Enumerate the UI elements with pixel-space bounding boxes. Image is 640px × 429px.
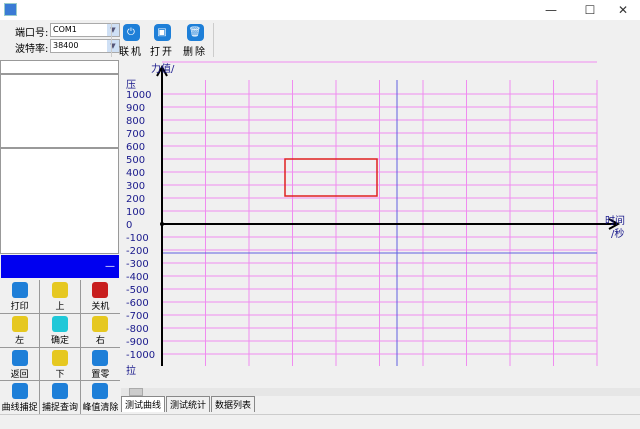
key-print[interactable]: 打印 [0, 280, 40, 313]
port-value: COM1 [53, 25, 77, 34]
y-tick-label: 400 [126, 168, 146, 179]
y-tick-label: -100 [126, 233, 149, 244]
chart-area: 力值/ 压 拉 时间 /秒 1000 900 800 700 600 500 400 300 2… [121, 60, 640, 388]
y-tick-label: 1000 [126, 90, 152, 101]
y-tick-label: 0 [126, 220, 133, 231]
app-icon [4, 3, 17, 16]
baud-select[interactable]: 38400 ▼ [50, 39, 120, 53]
ok-icon [51, 315, 68, 332]
key-label: 置零 [91, 369, 110, 380]
clear-icon [92, 383, 109, 400]
key-label: 左 [15, 335, 25, 346]
key-arrow-down[interactable]: 下 [40, 347, 80, 381]
key-label: 右 [95, 335, 105, 346]
selection-rect [284, 158, 378, 197]
input-field[interactable] [0, 60, 119, 74]
y-tick-label: -300 [126, 259, 149, 270]
y-tick-label: -500 [126, 285, 149, 296]
arrow-down-icon [51, 349, 68, 366]
tab-0[interactable]: 测试曲线 [121, 396, 166, 412]
keypad: 打印 上 关机左 确定 右返回 下 置零曲线捕捉 捕捉查询 峰值清除 [0, 280, 120, 414]
key-label: 关机 [91, 302, 110, 312]
curve-icon [11, 383, 28, 400]
y-tick-label: 500 [126, 155, 146, 166]
connect-button[interactable]: ⏻ 联机 [116, 24, 146, 58]
key-curve[interactable]: 曲线捕捉 [0, 381, 40, 414]
y-tick-label: 300 [126, 181, 146, 192]
maximize-button[interactable]: ☐ [575, 0, 605, 20]
minimize-button[interactable]: — [536, 0, 566, 20]
zero-icon [92, 349, 109, 366]
key-clear[interactable]: 峰值清除 [80, 381, 120, 414]
open-button[interactable]: ▣ 打开 [147, 24, 177, 58]
y-axis-title: 力值/ [151, 64, 175, 75]
return-icon [11, 349, 28, 366]
connect-label: 联机 [119, 47, 143, 58]
y-tick-label: 700 [126, 129, 146, 140]
arrow-up-icon [51, 282, 68, 298]
tab-2[interactable]: 数据列表 [211, 396, 256, 412]
scrollbar-thumb[interactable] [129, 388, 143, 396]
y-tick-label: -900 [126, 337, 149, 348]
close-button[interactable]: ✕ [608, 0, 638, 20]
y-tick-label: -400 [126, 272, 149, 283]
baud-label: 波特率: [15, 44, 49, 55]
key-label: 返回 [10, 369, 29, 380]
x-axis-unit: /秒 [611, 229, 625, 240]
divider [213, 23, 214, 57]
chart-svg [156, 61, 621, 366]
key-label: 打印 [10, 302, 29, 312]
arrow-right-icon [92, 315, 109, 332]
y-tick-label: -1000 [126, 350, 156, 361]
value-display: — [1, 255, 119, 278]
key-label: 曲线捕捉 [1, 403, 38, 414]
y-tick-label: 800 [126, 116, 146, 127]
search-icon [51, 383, 68, 400]
key-ok[interactable]: 确定 [40, 313, 80, 347]
key-return[interactable]: 返回 [0, 347, 40, 381]
key-search[interactable]: 捕捉查询 [40, 381, 80, 414]
port-label: 端口号: [15, 28, 49, 39]
list-box[interactable] [0, 74, 119, 148]
key-arrow-left[interactable]: 左 [0, 313, 40, 347]
key-zero[interactable]: 置零 [80, 347, 120, 381]
status-bar [0, 414, 640, 429]
key-label: 下 [55, 369, 65, 380]
y-tick-label: -200 [126, 246, 149, 257]
horizontal-scrollbar[interactable] [121, 388, 640, 396]
arrow-left-icon [11, 315, 28, 332]
trash-icon: 🗑 [186, 24, 204, 41]
key-label: 峰值清除 [82, 403, 119, 414]
key-label: 确定 [50, 335, 69, 346]
baud-value: 38400 [53, 41, 79, 50]
y-tick-label: 900 [126, 103, 146, 114]
key-arrow-up[interactable]: 上 [40, 280, 80, 313]
y-tick-label: -700 [126, 311, 149, 322]
tab-1[interactable]: 测试统计 [166, 396, 211, 412]
y-top-label: 压 [126, 80, 136, 91]
y-tick-label: 200 [126, 194, 146, 205]
key-power-off[interactable]: 关机 [80, 280, 120, 313]
open-label: 打开 [150, 47, 174, 58]
info-box [0, 148, 119, 254]
power-off-icon [92, 282, 109, 298]
key-label: 上 [55, 302, 65, 312]
key-arrow-right[interactable]: 右 [80, 313, 120, 347]
delete-label: 删除 [183, 47, 207, 58]
y-bottom-label: 拉 [126, 366, 136, 377]
y-tick-label: 600 [126, 142, 146, 153]
print-icon [11, 282, 28, 298]
key-label: 捕捉查询 [41, 403, 78, 414]
y-tick-label: -800 [126, 324, 149, 335]
open-icon: ▣ [153, 24, 171, 41]
y-tick-label: -600 [126, 298, 149, 309]
y-tick-label: 100 [126, 207, 146, 218]
tab-bar: 测试曲线 测试统计 数据列表 [121, 396, 256, 412]
power-icon: ⏻ [122, 24, 140, 41]
port-select[interactable]: COM1 ▼ [50, 23, 120, 37]
delete-button[interactable]: 🗑 删除 [180, 24, 210, 58]
title-bar: — ☐ ✕ [0, 0, 640, 20]
divider [111, 23, 112, 57]
toolbar: 端口号: COM1 ▼ 波特率: 38400 ▼ [0, 20, 640, 60]
